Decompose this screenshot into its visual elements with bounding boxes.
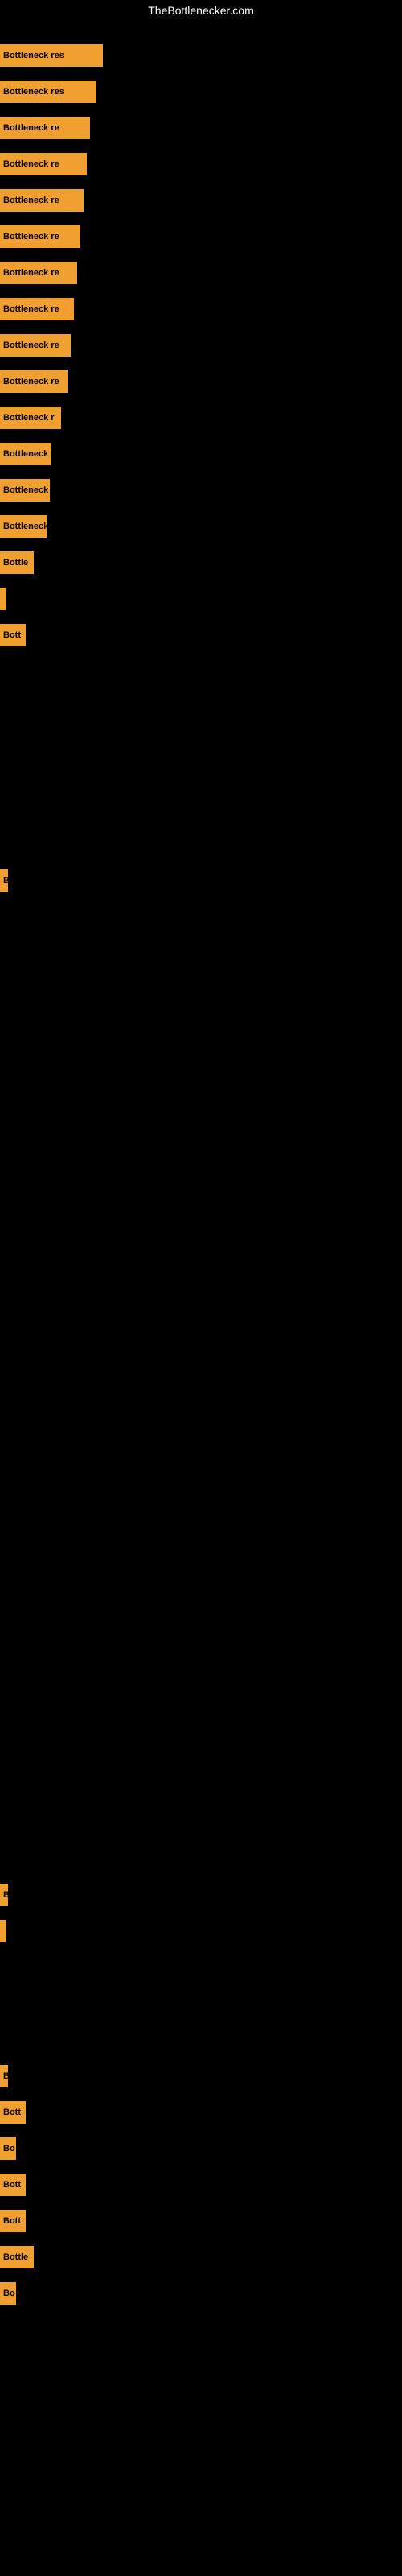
bar-item: B <box>0 869 8 892</box>
bar-item: Bo <box>0 2282 16 2305</box>
bar-item: Bottleneck re <box>0 117 90 139</box>
bar-item: Bottleneck re <box>0 225 80 248</box>
bar-item: Bott <box>0 624 26 646</box>
bar-item: Bott <box>0 2101 26 2124</box>
bar-item: Bottleneck re <box>0 334 71 357</box>
bar-item: Bottleneck re <box>0 262 77 284</box>
bar-item: B <box>0 1884 8 1906</box>
bar-item: Bottleneck res <box>0 44 103 67</box>
bar-item: Bottleneck re <box>0 370 68 393</box>
bar-item: Bottleneck <box>0 515 47 538</box>
bar-item: Bottleneck re <box>0 298 74 320</box>
bar-item: Bottleneck res <box>0 80 96 103</box>
bar-item <box>0 588 6 610</box>
bar-item: Bottleneck <box>0 443 51 465</box>
bar-item: Bo <box>0 2137 16 2160</box>
bar-item: Bottleneck re <box>0 153 87 175</box>
bar-item: Bottleneck <box>0 479 50 502</box>
bar-item: Bottle <box>0 551 34 574</box>
bar-item <box>0 1920 6 1942</box>
bar-item: Bott <box>0 2210 26 2232</box>
bar-item: Bottle <box>0 2246 34 2268</box>
bar-item: Bott <box>0 2174 26 2196</box>
bar-item: Bottleneck r <box>0 407 61 429</box>
bar-item: Bottleneck re <box>0 189 84 212</box>
bar-item: B <box>0 2065 8 2087</box>
site-title: TheBottlenecker.com <box>148 4 254 17</box>
